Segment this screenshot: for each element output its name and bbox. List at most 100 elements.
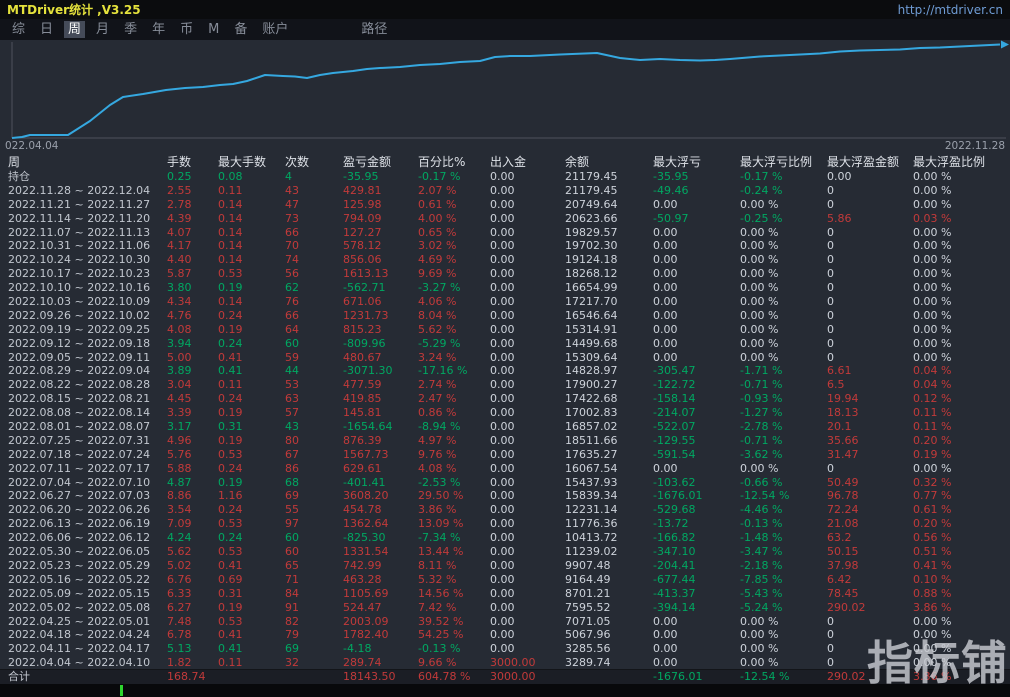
cell: 68 [285,476,343,490]
cell: 3.39 [167,406,218,420]
cell: 168.74 [167,670,218,684]
table-row[interactable]: 2022.08.01 ~ 2022.08.073.170.3143-1654.6… [0,420,1010,434]
cell: 0.00 [490,462,565,476]
cell: 1.82 [167,656,218,670]
vendor-url-link[interactable]: http://mtdriver.cn [898,3,1003,17]
cell: 0.00 % [740,295,827,309]
table-row[interactable]: 2022.07.04 ~ 2022.07.104.870.1968-401.41… [0,476,1010,490]
table-row[interactable]: 2022.05.02 ~ 2022.05.086.270.1991524.477… [0,601,1010,615]
cell: 0.00 % [913,462,1010,476]
cell: 0.00 [490,253,565,267]
table-row[interactable]: 2022.10.03 ~ 2022.10.094.340.1476671.064… [0,295,1010,309]
table-row[interactable]: 2022.10.17 ~ 2022.10.235.870.53561613.13… [0,267,1010,281]
cell: 73 [285,212,343,226]
cell: 18143.50 [343,670,418,684]
cell: 20623.66 [565,212,653,226]
table-row[interactable]: 2022.07.11 ~ 2022.07.175.880.2486629.614… [0,462,1010,476]
menu-item-bei[interactable]: 备 [230,21,251,38]
bottom-scroll-strip[interactable] [0,684,1010,697]
cell: 9907.48 [565,559,653,573]
menu-item-yue[interactable]: 月 [92,21,113,38]
cell: 0.00 [490,434,565,448]
col-header: 百分比% [418,155,490,170]
cell: -3.47 % [740,545,827,559]
cell: 0.00 [490,281,565,295]
cell: 0.00 % [913,267,1010,281]
cell: 18511.66 [565,434,653,448]
table-row[interactable]: 2022.06.27 ~ 2022.07.038.861.16693608.20… [0,489,1010,503]
cell: 0.11 % [913,406,1010,420]
cell: 0.00 % [740,226,827,240]
cell: 480.67 [343,351,418,365]
table-row[interactable]: 2022.05.16 ~ 2022.05.226.760.6971463.285… [0,573,1010,587]
table-row[interactable]: 2022.11.28 ~ 2022.12.042.550.1143429.812… [0,184,1010,198]
table-row[interactable]: 2022.07.18 ~ 2022.07.245.760.53671567.73… [0,448,1010,462]
cell: -3.27 % [418,281,490,295]
table-row[interactable]: 2022.09.05 ~ 2022.09.115.000.4159480.673… [0,351,1010,365]
cell: 0.00 [653,253,740,267]
cell: 0.41 [218,351,285,365]
cell: -0.13 % [740,517,827,531]
table-row[interactable]: 2022.08.22 ~ 2022.08.283.040.1153477.592… [0,378,1010,392]
table-row[interactable]: 2022.11.07 ~ 2022.11.134.070.1466127.270… [0,226,1010,240]
cell: -0.24 % [740,184,827,198]
weekly-stats-table: 周手数最大手数次数盈亏金额百分比%出入金余额最大浮亏最大浮亏比例最大浮盈金额最大… [0,155,1010,670]
table-row[interactable]: 2022.08.08 ~ 2022.08.143.390.1957145.810… [0,406,1010,420]
menu-item-ri[interactable]: 日 [36,21,57,38]
cell: 0.00 [490,448,565,462]
x-axis-start-label: 022.04.04 [5,140,58,152]
table-row[interactable]: 2022.05.30 ~ 2022.06.055.620.53601331.54… [0,545,1010,559]
cell: 0.08 [218,170,285,184]
menu-item-zhanghu[interactable]: 账户 [258,21,292,38]
menu-item-bi[interactable]: 币 [176,21,197,38]
table-row[interactable]: 2022.11.21 ~ 2022.11.272.780.1447125.980… [0,198,1010,212]
position-row[interactable]: 持仓0.250.084-35.95-0.17 %0.0021179.45-35.… [0,170,1010,184]
table-row[interactable]: 2022.04.25 ~ 2022.05.017.480.53822003.09… [0,615,1010,629]
row-label: 2022.04.04 ~ 2022.04.10 [8,656,167,670]
cell: 3.17 [167,420,218,434]
cell: 0.00 [490,267,565,281]
cell: 0.00 [653,628,740,642]
row-label: 合计 [8,670,167,684]
table-row[interactable]: 2022.04.04 ~ 2022.04.101.820.1132289.749… [0,656,1010,670]
menu-item-M[interactable]: M [204,21,223,38]
cell: 15314.91 [565,323,653,337]
table-row[interactable]: 2022.05.23 ~ 2022.05.295.020.4165742.998… [0,559,1010,573]
menu-item-zong[interactable]: 综 [8,21,29,38]
table-row[interactable]: 2022.09.26 ~ 2022.10.024.760.24661231.73… [0,309,1010,323]
col-header-week: 周 [8,155,167,170]
table-row[interactable]: 2022.04.11 ~ 2022.04.175.130.4169-4.18-0… [0,642,1010,656]
table-row[interactable]: 2022.10.31 ~ 2022.11.064.170.1470578.123… [0,239,1010,253]
cell: 60 [285,545,343,559]
table-row[interactable]: 2022.08.15 ~ 2022.08.214.450.2463419.852… [0,392,1010,406]
table-row[interactable]: 2022.06.13 ~ 2022.06.197.090.53971362.64… [0,517,1010,531]
table-row[interactable]: 2022.06.20 ~ 2022.06.263.540.2455454.783… [0,503,1010,517]
cell: 0 [827,281,913,295]
table-row[interactable]: 2022.06.06 ~ 2022.06.124.240.2460-825.30… [0,531,1010,545]
cell: -12.54 % [740,670,827,684]
table-row[interactable]: 2022.10.24 ~ 2022.10.304.400.1474856.064… [0,253,1010,267]
table-row[interactable]: 2022.09.12 ~ 2022.09.183.940.2460-809.96… [0,337,1010,351]
table-row[interactable]: 2022.11.14 ~ 2022.11.204.390.1473794.094… [0,212,1010,226]
cell: -204.41 [653,559,740,573]
table-row[interactable]: 2022.07.25 ~ 2022.07.314.960.1980876.394… [0,434,1010,448]
cell: 0.61 % [418,198,490,212]
cell: 0.00 [490,364,565,378]
menu-item-nian[interactable]: 年 [148,21,169,38]
menu-item-lujing[interactable]: 路径 [357,21,391,38]
row-label: 2022.04.11 ~ 2022.04.17 [8,642,167,656]
menu-item-ji[interactable]: 季 [120,21,141,38]
table-row[interactable]: 2022.10.10 ~ 2022.10.163.800.1962-562.71… [0,281,1010,295]
menu-item-zhou[interactable]: 周 [64,21,85,38]
table-row[interactable]: 2022.05.09 ~ 2022.05.156.330.31841105.69… [0,587,1010,601]
table-row[interactable]: 2022.08.29 ~ 2022.09.043.890.4144-3071.3… [0,364,1010,378]
cell: 0 [827,239,913,253]
cell: 65 [285,559,343,573]
scroll-position-indicator[interactable] [120,685,123,696]
table-row[interactable]: 2022.04.18 ~ 2022.04.246.780.41791782.40… [0,628,1010,642]
table-row[interactable]: 2022.09.19 ~ 2022.09.254.080.1964815.235… [0,323,1010,337]
cell: 0.00 [490,587,565,601]
cell: 0.00 [490,351,565,365]
cell: 1782.40 [343,628,418,642]
cell: 0.24 [218,337,285,351]
